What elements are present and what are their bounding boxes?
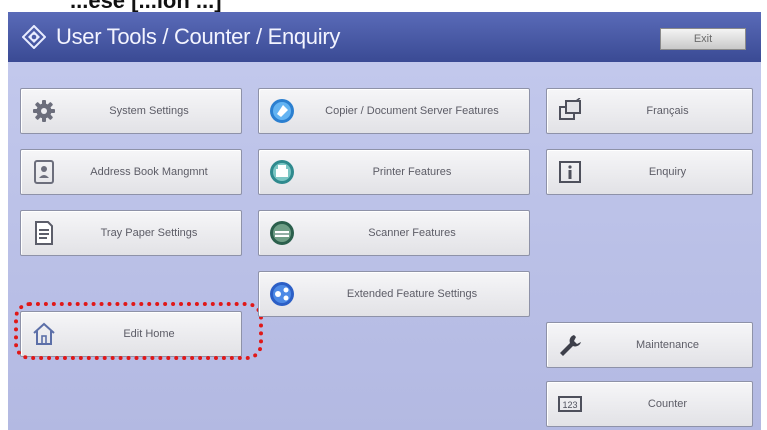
top-caption-fragment: ...ese [...ion ...] [70, 0, 222, 12]
copier-features-button[interactable]: Copier / Document Server Features [258, 88, 530, 134]
address-book-button[interactable]: Address Book Mangmnt [20, 149, 242, 195]
address-book-label: Address Book Mangmnt [90, 165, 208, 178]
info-icon [559, 161, 581, 183]
tray-paper-settings-button[interactable]: Tray Paper Settings [20, 210, 242, 256]
scanner-features-label: Scanner Features [368, 226, 456, 239]
maintenance-label: Maintenance [636, 338, 699, 351]
extended-feature-settings-label: Extended Feature Settings [346, 287, 478, 300]
page-title: User Tools / Counter / Enquiry [56, 24, 341, 49]
printer-features-label: Printer Features [372, 165, 452, 178]
enquiry-button[interactable]: Enquiry [546, 149, 753, 195]
extended-feature-settings-button[interactable]: Extended Feature Settings [258, 271, 530, 317]
system-settings-label: System Settings [109, 104, 189, 117]
user-tools-icon [22, 25, 46, 49]
title-bar: User Tools / Counter / Enquiry Exit [8, 12, 761, 62]
scanner-features-button[interactable]: Scanner Features [258, 210, 530, 256]
copier-features-label: Copier / Document Server Features [325, 104, 499, 117]
top-caption-strip: ...ese [...ion ...] [0, 0, 767, 12]
svg-text:123: 123 [562, 400, 577, 410]
counter-icon: 123 [558, 396, 582, 412]
scanner-icon [270, 221, 294, 245]
maintenance-button[interactable]: Maintenance [546, 322, 753, 368]
edit-home-highlight [14, 302, 263, 360]
printer-icon [270, 160, 294, 184]
extended-feature-icon [270, 282, 294, 306]
language-icon [559, 98, 581, 120]
printer-features-button[interactable]: Printer Features [258, 149, 530, 195]
wrench-icon [560, 335, 581, 356]
language-label: Français [646, 104, 689, 117]
system-settings-button[interactable]: System Settings [20, 88, 242, 134]
tray-paper-settings-label: Tray Paper Settings [100, 226, 198, 239]
counter-button[interactable]: 123 Counter [546, 381, 753, 427]
device-screen: User Tools / Counter / Enquiry Exit Syst… [8, 12, 761, 430]
copier-icon [270, 99, 294, 123]
document-icon [35, 221, 53, 245]
gear-icon [33, 100, 55, 122]
exit-button[interactable]: Exit [660, 28, 746, 50]
menu-panel: System Settings Address Book Mangmnt Tra… [8, 62, 761, 430]
counter-label: Counter [647, 397, 688, 410]
enquiry-label: Enquiry [648, 165, 687, 178]
language-button[interactable]: Français [546, 88, 753, 134]
address-book-icon [34, 160, 54, 184]
